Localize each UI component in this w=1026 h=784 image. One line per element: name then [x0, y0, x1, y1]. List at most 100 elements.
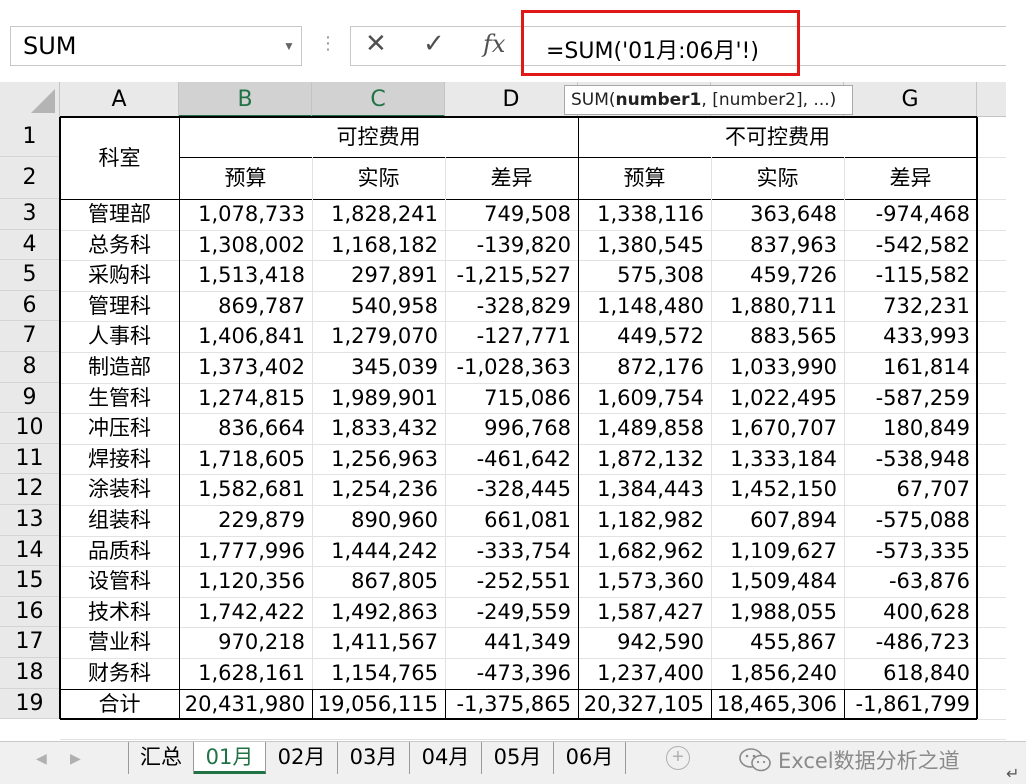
- sheet-tab-summary[interactable]: 汇总: [128, 742, 194, 774]
- value-cell[interactable]: 1,682,962: [578, 536, 711, 567]
- value-cell[interactable]: 1,989,901: [312, 383, 445, 414]
- row-header[interactable]: 8: [0, 352, 60, 383]
- chevron-down-icon[interactable]: ▼: [277, 39, 301, 53]
- tooltip-arg[interactable]: number1: [616, 90, 702, 110]
- value-cell[interactable]: -252,551: [445, 566, 578, 597]
- value-cell[interactable]: 180,849: [844, 413, 977, 444]
- row-header[interactable]: 11: [0, 443, 60, 475]
- value-cell[interactable]: 1,078,733: [179, 199, 312, 230]
- value-cell[interactable]: 1,452,150: [711, 474, 844, 505]
- row-header[interactable]: 16: [0, 596, 60, 628]
- dept-name-cell[interactable]: 涂装科: [60, 474, 179, 505]
- sub-header[interactable]: 实际: [711, 157, 844, 199]
- dept-name-cell[interactable]: 焊接科: [60, 444, 179, 475]
- sub-header[interactable]: 实际: [312, 157, 445, 199]
- group-header-controllable[interactable]: 可控费用: [179, 117, 578, 157]
- value-cell[interactable]: 1,609,754: [578, 383, 711, 414]
- sheet-tab-02[interactable]: 02月: [266, 742, 338, 774]
- value-cell[interactable]: 345,039: [312, 352, 445, 383]
- row-header[interactable]: 5: [0, 260, 60, 291]
- value-cell[interactable]: 836,664: [179, 413, 312, 444]
- row-header[interactable]: 18: [0, 658, 60, 689]
- value-cell[interactable]: -573,335: [844, 536, 977, 567]
- row-header[interactable]: 1: [0, 117, 60, 157]
- value-cell[interactable]: 1,279,070: [312, 321, 445, 352]
- value-cell[interactable]: 1,237,400: [578, 658, 711, 689]
- dept-name-cell[interactable]: 总务科: [60, 230, 179, 261]
- value-cell[interactable]: 1,880,711: [711, 291, 844, 322]
- row-header[interactable]: 10: [0, 413, 60, 444]
- value-cell[interactable]: 433,993: [844, 321, 977, 352]
- dept-name-cell[interactable]: 生管科: [60, 383, 179, 414]
- value-cell[interactable]: 749,508: [445, 199, 578, 230]
- value-cell[interactable]: -461,642: [445, 444, 578, 475]
- value-cell[interactable]: 1,154,765: [312, 658, 445, 689]
- value-cell[interactable]: 1,033,990: [711, 352, 844, 383]
- value-cell[interactable]: 1,742,422: [179, 597, 312, 628]
- value-cell[interactable]: -1,215,527: [445, 260, 578, 291]
- dept-name-cell[interactable]: 管理部: [60, 199, 179, 230]
- value-cell[interactable]: 715,086: [445, 383, 578, 414]
- value-cell[interactable]: 1,573,360: [578, 566, 711, 597]
- value-cell[interactable]: 1,338,116: [578, 199, 711, 230]
- value-cell[interactable]: 1,308,002: [179, 230, 312, 261]
- value-cell[interactable]: 1,411,567: [312, 627, 445, 658]
- value-cell[interactable]: 1,582,681: [179, 474, 312, 505]
- value-cell[interactable]: -139,820: [445, 230, 578, 261]
- total-label-cell[interactable]: 合计: [60, 689, 179, 720]
- value-cell[interactable]: 1,587,427: [578, 597, 711, 628]
- total-value-cell[interactable]: 18,465,306: [711, 689, 844, 720]
- name-box[interactable]: SUM ▼: [10, 26, 302, 66]
- value-cell[interactable]: -249,559: [445, 597, 578, 628]
- dept-header[interactable]: 科室: [60, 117, 179, 199]
- value-cell[interactable]: -328,445: [445, 474, 578, 505]
- value-cell[interactable]: 363,648: [711, 199, 844, 230]
- row-header[interactable]: 9: [0, 382, 60, 414]
- value-cell[interactable]: 1,109,627: [711, 536, 844, 567]
- value-cell[interactable]: 575,308: [578, 260, 711, 291]
- add-sheet-button[interactable]: +: [666, 746, 690, 770]
- row-header[interactable]: 12: [0, 474, 60, 505]
- insert-function-icon[interactable]: fx: [483, 30, 505, 58]
- row-header[interactable]: 4: [0, 229, 60, 261]
- value-cell[interactable]: 867,805: [312, 566, 445, 597]
- column-header-g[interactable]: G: [844, 82, 977, 117]
- value-cell[interactable]: 297,891: [312, 260, 445, 291]
- column-header-a[interactable]: A: [60, 82, 179, 117]
- value-cell[interactable]: 540,958: [312, 291, 445, 322]
- column-header-b[interactable]: B: [179, 82, 312, 117]
- dept-name-cell[interactable]: 设管科: [60, 566, 179, 597]
- dept-name-cell[interactable]: 采购科: [60, 260, 179, 291]
- dept-name-cell[interactable]: 管理科: [60, 291, 179, 322]
- value-cell[interactable]: 1,182,982: [578, 505, 711, 536]
- value-cell[interactable]: 942,590: [578, 627, 711, 658]
- value-cell[interactable]: -333,754: [445, 536, 578, 567]
- row-header[interactable]: 19: [0, 688, 60, 720]
- prev-sheet-icon[interactable]: ◀: [36, 750, 47, 767]
- value-cell[interactable]: -575,088: [844, 505, 977, 536]
- value-cell[interactable]: 883,565: [711, 321, 844, 352]
- value-cell[interactable]: 890,960: [312, 505, 445, 536]
- next-sheet-icon[interactable]: ▶: [70, 750, 81, 767]
- sub-header[interactable]: 差异: [844, 157, 977, 199]
- dept-name-cell[interactable]: 冲压科: [60, 413, 179, 444]
- value-cell[interactable]: 1,022,495: [711, 383, 844, 414]
- value-cell[interactable]: -115,582: [844, 260, 977, 291]
- value-cell[interactable]: 1,256,963: [312, 444, 445, 475]
- value-cell[interactable]: 1,254,236: [312, 474, 445, 505]
- value-cell[interactable]: -63,876: [844, 566, 977, 597]
- group-header-uncontrollable[interactable]: 不可控费用: [578, 117, 977, 157]
- value-cell[interactable]: 1,148,480: [578, 291, 711, 322]
- value-cell[interactable]: 1,489,858: [578, 413, 711, 444]
- value-cell[interactable]: 1,777,996: [179, 536, 312, 567]
- dept-name-cell[interactable]: 技术科: [60, 597, 179, 628]
- value-cell[interactable]: 161,814: [844, 352, 977, 383]
- sub-header[interactable]: 预算: [179, 157, 312, 199]
- dept-name-cell[interactable]: 制造部: [60, 352, 179, 383]
- value-cell[interactable]: -127,771: [445, 321, 578, 352]
- value-cell[interactable]: 732,231: [844, 291, 977, 322]
- dept-name-cell[interactable]: 人事科: [60, 321, 179, 352]
- row-header[interactable]: 13: [0, 505, 60, 536]
- row-header[interactable]: 3: [0, 199, 60, 230]
- enter-icon[interactable]: ✓: [423, 29, 445, 59]
